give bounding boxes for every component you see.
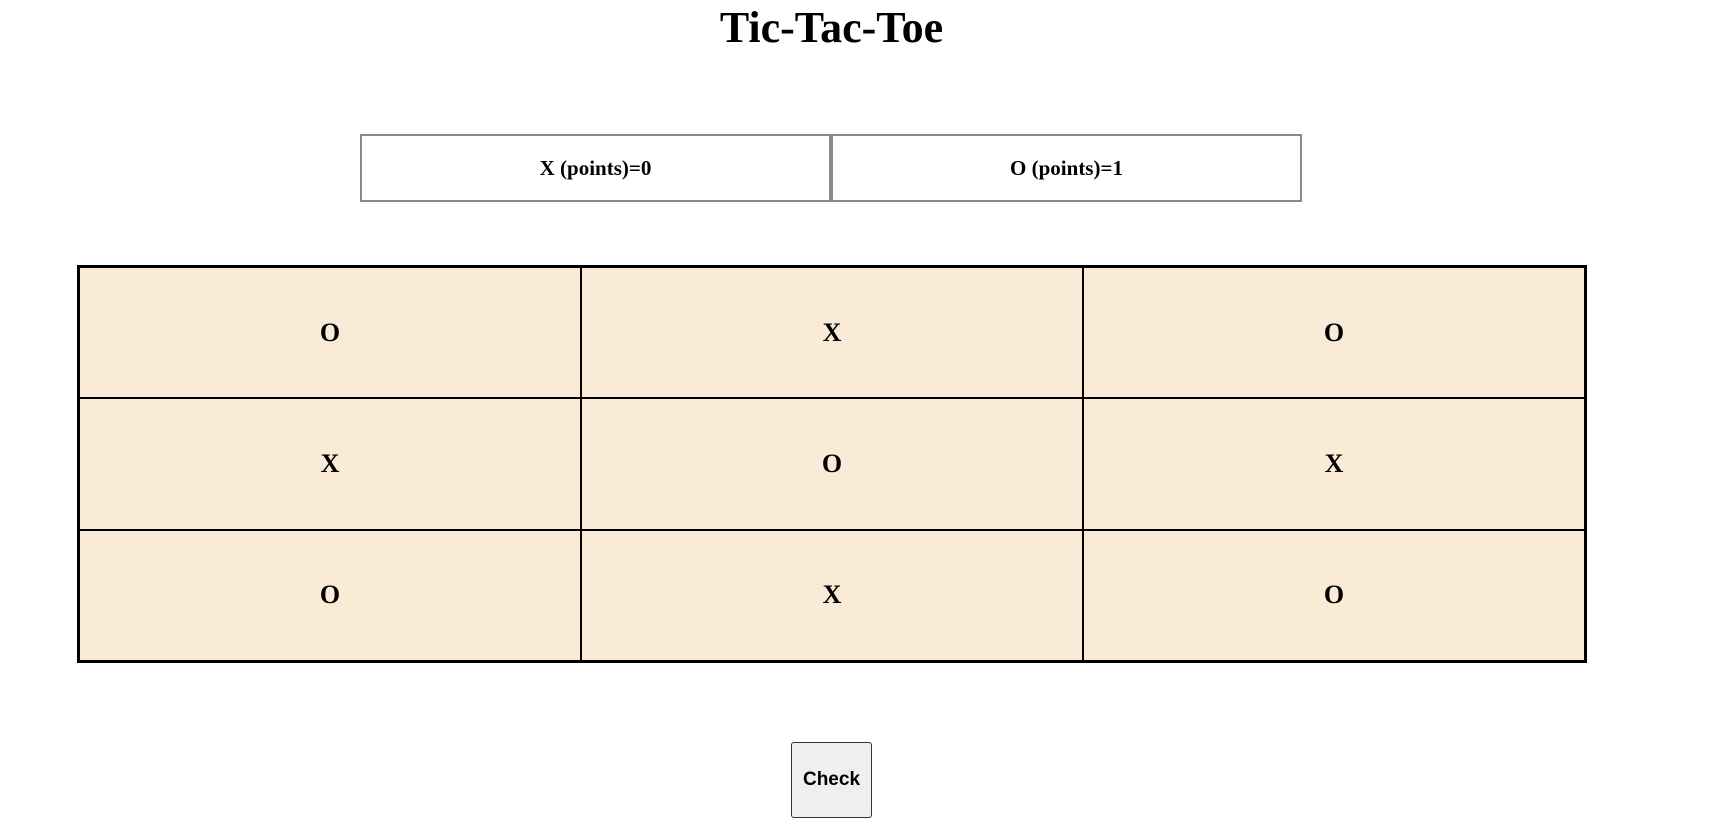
board-cell-5[interactable]: O bbox=[581, 398, 1083, 530]
score-x: X (points)=0 bbox=[360, 134, 831, 202]
game-board: O X O X O X O X O bbox=[77, 265, 1587, 663]
board-cell-7[interactable]: O bbox=[79, 529, 581, 661]
board-cell-8[interactable]: X bbox=[581, 529, 1083, 661]
board-cell-6[interactable]: X bbox=[1083, 398, 1585, 530]
scoreboard: X (points)=0 O (points)=1 bbox=[360, 134, 1303, 202]
check-button[interactable]: Check bbox=[791, 742, 872, 818]
board-cell-9[interactable]: O bbox=[1083, 529, 1585, 661]
board-cell-4[interactable]: X bbox=[79, 398, 581, 530]
board-cell-1[interactable]: O bbox=[79, 267, 581, 399]
board-cell-3[interactable]: O bbox=[1083, 267, 1585, 399]
score-o: O (points)=1 bbox=[831, 134, 1302, 202]
page-title: Tic-Tac-Toe bbox=[719, 3, 944, 52]
board-cell-2[interactable]: X bbox=[581, 267, 1083, 399]
